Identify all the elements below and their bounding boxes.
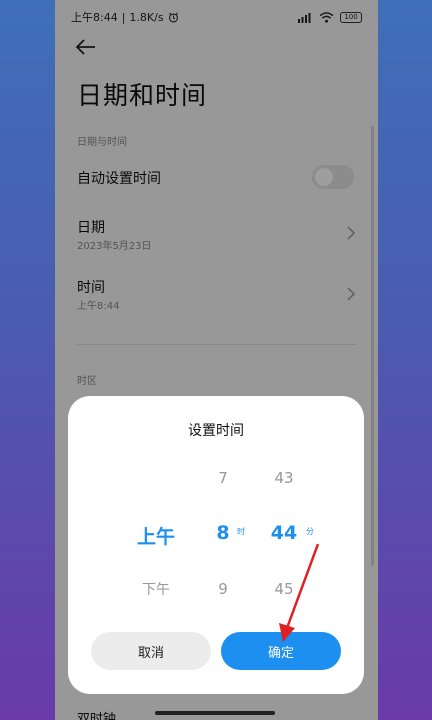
hour-unit: 时 <box>237 527 245 536</box>
minute-unit: 分 <box>306 527 314 536</box>
dialog-title: 设置时间 <box>188 423 244 439</box>
minute-above[interactable]: 43 <box>266 469 302 487</box>
hour-above[interactable]: 7 <box>208 469 238 487</box>
confirm-button-label: 确定 <box>267 645 294 661</box>
ampm-selected[interactable]: 上午 <box>130 522 182 549</box>
minute-below[interactable]: 45 <box>266 580 302 598</box>
cancel-button-label: 取消 <box>137 645 164 661</box>
hour-selected[interactable]: 8 <box>208 522 238 544</box>
ampm-below[interactable]: 下午 <box>134 579 178 599</box>
confirm-button[interactable]: 确定 <box>221 632 341 670</box>
hour-below[interactable]: 9 <box>208 580 238 598</box>
phone-screen: 上午8:44 | 1.8K/s 100 日期和时间 日期与时间 自动设置时间 日… <box>55 0 378 720</box>
minute-selected[interactable]: 44 <box>265 522 303 544</box>
set-time-dialog: 设置时间 上午 下午 7 8 时 9 43 44 分 45 取消 确定 <box>68 396 364 694</box>
home-indicator[interactable] <box>155 711 275 715</box>
cancel-button[interactable]: 取消 <box>91 632 211 670</box>
